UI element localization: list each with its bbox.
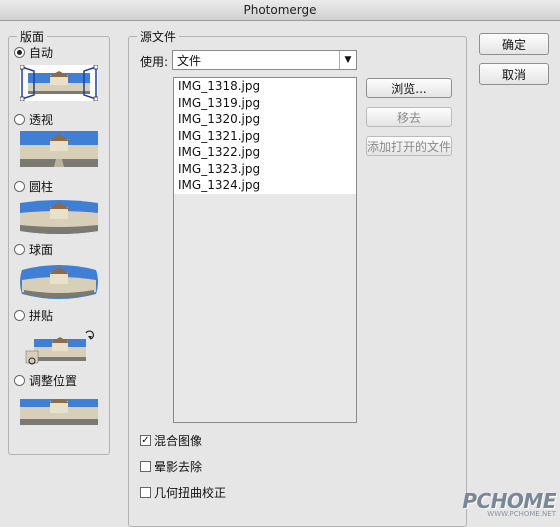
radio-cylindrical[interactable] (14, 181, 25, 192)
radio-reposition[interactable] (14, 375, 25, 386)
remove-button[interactable]: 移去 (366, 107, 452, 127)
use-label: 使用: (140, 55, 169, 69)
file-list-item[interactable]: IMG_1323.jpg (174, 160, 356, 177)
file-list-item[interactable]: IMG_1322.jpg (174, 144, 356, 161)
layout-option-auto[interactable]: 自动 (14, 44, 53, 61)
distortion-correction-checkbox[interactable] (140, 487, 151, 498)
distortion-correction-option[interactable]: 几何扭曲校正 (140, 484, 226, 501)
layout-option-label: 调整位置 (29, 374, 78, 388)
file-list[interactable]: IMG_1318.jpg IMG_1319.jpg IMG_1320.jpg IMG_… (173, 77, 357, 423)
ok-button[interactable]: 确定 (479, 33, 549, 55)
layout-option-label: 透视 (29, 113, 54, 127)
window-titlebar: Photomerge (0, 0, 560, 21)
window-title: Photomerge (243, 3, 317, 17)
vignette-removal-label: 晕影去除 (154, 460, 203, 474)
vignette-removal-checkbox[interactable] (140, 461, 151, 472)
thumbnail-cylindrical (20, 200, 98, 234)
blend-images-checkbox[interactable]: ✓ (140, 435, 151, 446)
dialog-content: 版面 自动 透视 圆柱 球面 拼贴 调整位置 源文件 使用: 文件 ▼ IMG_… (0, 21, 560, 527)
layout-option-label: 拼贴 (29, 309, 54, 323)
layout-option-label: 圆柱 (29, 180, 54, 194)
layout-option-label: 球面 (29, 243, 54, 257)
chevron-down-icon[interactable]: ▼ (339, 51, 356, 69)
layout-option-label: 自动 (29, 46, 54, 60)
layout-group-title: 版面 (17, 28, 48, 45)
radio-collage[interactable] (14, 310, 25, 321)
source-group-title: 源文件 (137, 28, 180, 45)
add-open-files-button[interactable]: 添加打开的文件 (366, 136, 452, 156)
layout-option-collage[interactable]: 拼贴 (14, 307, 53, 324)
layout-option-cylindrical[interactable]: 圆柱 (14, 178, 53, 195)
distortion-correction-label: 几何扭曲校正 (154, 486, 227, 500)
thumbnail-collage (25, 330, 94, 365)
use-select-value: 文件 (177, 53, 202, 68)
thumbnail-reposition (20, 395, 98, 425)
thumbnail-perspective (20, 131, 98, 167)
radio-perspective[interactable] (14, 114, 25, 125)
blend-images-option[interactable]: ✓ 混合图像 (140, 432, 202, 449)
radio-spherical[interactable] (14, 244, 25, 255)
cancel-button[interactable]: 取消 (479, 63, 549, 85)
file-list-item[interactable]: IMG_1320.jpg (174, 111, 356, 128)
thumbnail-auto (20, 65, 98, 101)
file-list-item[interactable]: IMG_1318.jpg (174, 78, 356, 95)
blend-images-label: 混合图像 (154, 434, 203, 448)
thumbnail-spherical (20, 265, 98, 299)
file-list-item[interactable]: IMG_1319.jpg (174, 94, 356, 111)
file-list-item[interactable]: IMG_1321.jpg (174, 127, 356, 144)
layout-option-perspective[interactable]: 透视 (14, 111, 53, 128)
browse-button[interactable]: 浏览... (366, 78, 452, 98)
file-list-item[interactable]: IMG_1324.jpg (174, 177, 356, 194)
pchome-watermark: PCHOME WWW.PCHOME.NET (462, 489, 556, 518)
radio-auto[interactable] (14, 47, 25, 58)
layout-option-reposition[interactable]: 调整位置 (14, 372, 77, 389)
use-select[interactable]: 文件 ▼ (172, 50, 357, 70)
layout-option-spherical[interactable]: 球面 (14, 241, 53, 258)
vignette-removal-option[interactable]: 晕影去除 (140, 458, 202, 475)
